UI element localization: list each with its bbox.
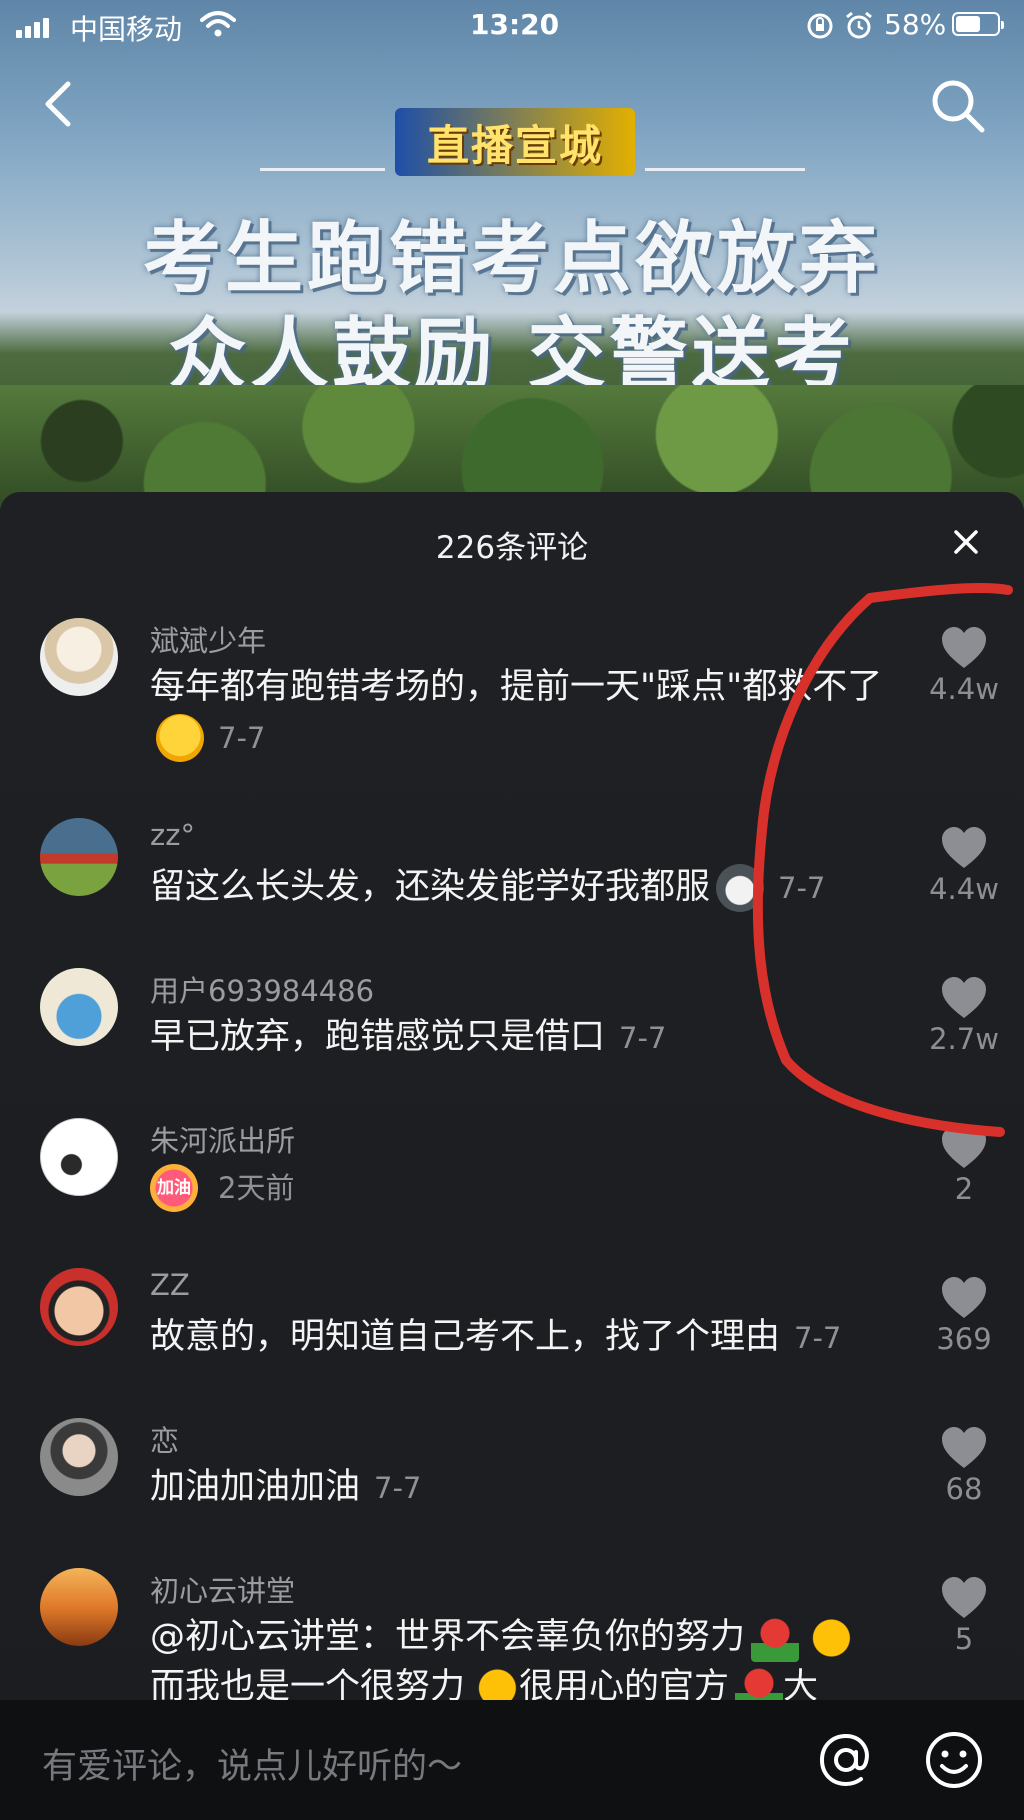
comment-text: 留这么长头发，还染发能学好我都服 7-7 — [150, 862, 900, 913]
comment-item[interactable]: 朱河派出所 加油 2天前 2 — [0, 1118, 1024, 1238]
like-count: 4.4w — [929, 872, 999, 906]
back-button[interactable] — [36, 76, 84, 132]
comment-item[interactable]: 恋 加油加油加油 7-7 68 — [0, 1418, 1024, 1538]
like-count: 4.4w — [929, 672, 999, 706]
wifi-icon — [200, 11, 236, 37]
comment-body: 早已放弃，跑错感觉只是借口 — [150, 1017, 606, 1057]
comment-text: 故意的，明知道自己考不上，找了个理由 7-7 — [150, 1312, 900, 1363]
comment-date: 7-7 — [218, 721, 266, 755]
comment-input-bar[interactable]: 有爱评论，说点儿好听的～ — [0, 1700, 1024, 1820]
search-icon — [932, 80, 985, 133]
avatar[interactable] — [40, 1268, 118, 1346]
comment-text: 加油加油加油 7-7 — [150, 1462, 900, 1513]
like-button[interactable]: 369 — [920, 1276, 1008, 1356]
comment-body: 故意的，明知道自己考不上，找了个理由 — [150, 1317, 781, 1357]
search-button[interactable] — [928, 76, 988, 136]
channel-logo: 直播宣城 — [395, 108, 635, 176]
clock: 13:20 — [470, 8, 560, 41]
avatar[interactable] — [40, 1118, 118, 1196]
like-count: 369 — [936, 1322, 992, 1356]
like-button[interactable]: 4.4w — [920, 626, 1008, 706]
carrier-label: 中国移动 — [70, 13, 183, 46]
comment-date: 7-7 — [374, 1471, 422, 1505]
signal-icon — [16, 18, 49, 38]
alarm-icon — [846, 11, 872, 39]
comments-count-title: 226条评论 — [435, 530, 589, 566]
smiley-icon — [926, 1732, 982, 1788]
comment-body: 每年都有跑错考场的，提前一天"踩点"都救不了 — [150, 667, 883, 707]
status-bar: 中国移动 13:20 58% — [0, 0, 1024, 52]
like-count: 2.7w — [929, 1022, 999, 1056]
orientation-lock-icon — [807, 13, 833, 39]
battery-icon — [952, 12, 1004, 36]
comment-item[interactable]: 初心云讲堂 @初心云讲堂：世界不会辜负你的努力 而我也是一个很努力 很用心的官方大… — [0, 1568, 1024, 1712]
comment-username[interactable]: 用户693984486 — [150, 968, 374, 1010]
close-icon — [954, 530, 978, 554]
video-background[interactable]: 直播宣城 考生跑错考点欲放弃 众人鼓励 交警送考 — [0, 0, 1024, 520]
comment-item[interactable]: ZZ 故意的，明知道自己考不上，找了个理由 7-7 369 — [0, 1268, 1024, 1388]
rose-emoji — [751, 1614, 800, 1662]
comment-body: @初心云讲堂：世界不会辜负你的努力 — [150, 1617, 746, 1657]
heart-icon — [942, 977, 986, 1018]
like-button[interactable]: 5 — [920, 1576, 1008, 1656]
close-comments-button[interactable] — [946, 522, 986, 562]
chevron-left-icon — [45, 81, 71, 127]
like-button[interactable]: 4.4w — [920, 826, 1008, 906]
comment-date: 7-7 — [619, 1021, 667, 1055]
heart-icon — [942, 627, 986, 668]
comment-text: 早已放弃，跑错感觉只是借口 7-7 — [150, 1012, 900, 1063]
comment-text: 每年都有跑错考场的，提前一天"踩点"都救不了 7-7 — [150, 662, 900, 763]
heart-icon — [942, 1577, 986, 1618]
comment-username[interactable]: ZZ — [150, 1268, 190, 1302]
comment-body: 留这么长头发，还染发能学好我都服 — [150, 867, 711, 907]
mention-button[interactable] — [816, 1730, 876, 1790]
comment-username[interactable]: 恋 — [150, 1418, 179, 1460]
flexed-biceps-emoji — [805, 1614, 854, 1662]
comment-item[interactable]: 用户693984486 早已放弃，跑错感觉只是借口 7-7 2.7w — [0, 968, 1024, 1088]
avatar[interactable] — [40, 968, 118, 1046]
comment-date: 7-7 — [794, 1321, 842, 1355]
avatar[interactable] — [40, 1568, 118, 1646]
comment-text: 加油 2天前 — [150, 1162, 900, 1213]
avatar[interactable] — [40, 1418, 118, 1496]
like-button[interactable]: 2.7w — [920, 976, 1008, 1056]
like-button[interactable]: 2 — [920, 1126, 1008, 1206]
heart-icon — [942, 1127, 986, 1168]
avatar[interactable] — [40, 818, 118, 896]
comment-item[interactable]: zz° 留这么长头发，还染发能学好我都服 7-7 4.4w — [0, 818, 1024, 938]
comment-item[interactable]: 斌斌少年 每年都有跑错考场的，提前一天"踩点"都救不了 7-7 4.4w — [0, 618, 1024, 788]
rolling-laugh-emoji — [156, 714, 204, 762]
like-count: 68 — [945, 1472, 983, 1506]
like-button[interactable]: 68 — [920, 1426, 1008, 1506]
like-count: 5 — [954, 1622, 974, 1656]
comment-date: 2天前 — [218, 1171, 295, 1205]
battery-percent: 58% — [884, 8, 947, 41]
heart-icon — [942, 1277, 986, 1318]
heart-icon — [942, 827, 986, 868]
comment-username[interactable]: 朱河派出所 — [150, 1118, 295, 1160]
comment-input[interactable]: 有爱评论，说点儿好听的～ — [42, 1738, 462, 1789]
comment-body: 加油加油加油 — [150, 1467, 361, 1507]
comment-text: @初心云讲堂：世界不会辜负你的努力 而我也是一个很努力 很用心的官方大 — [150, 1612, 900, 1712]
comment-username[interactable]: zz° — [150, 818, 195, 852]
banner-divider-left — [260, 168, 385, 171]
jiayou-sticker: 加油 — [150, 1164, 198, 1212]
husky-emoji — [716, 864, 765, 912]
comment-username[interactable]: 斌斌少年 — [150, 618, 266, 660]
comments-panel[interactable]: 226条评论 斌斌少年 每年都有跑错考场的，提前一天"踩点"都救不了 7-7 4.… — [0, 492, 1024, 1820]
emoji-button[interactable] — [924, 1730, 984, 1790]
comment-date: 7-7 — [778, 871, 826, 905]
avatar[interactable] — [40, 618, 118, 696]
comment-username[interactable]: 初心云讲堂 — [150, 1568, 295, 1610]
at-icon — [819, 1733, 869, 1787]
heart-icon — [942, 1427, 986, 1468]
banner-divider-right — [645, 168, 805, 171]
like-count: 2 — [954, 1172, 974, 1206]
